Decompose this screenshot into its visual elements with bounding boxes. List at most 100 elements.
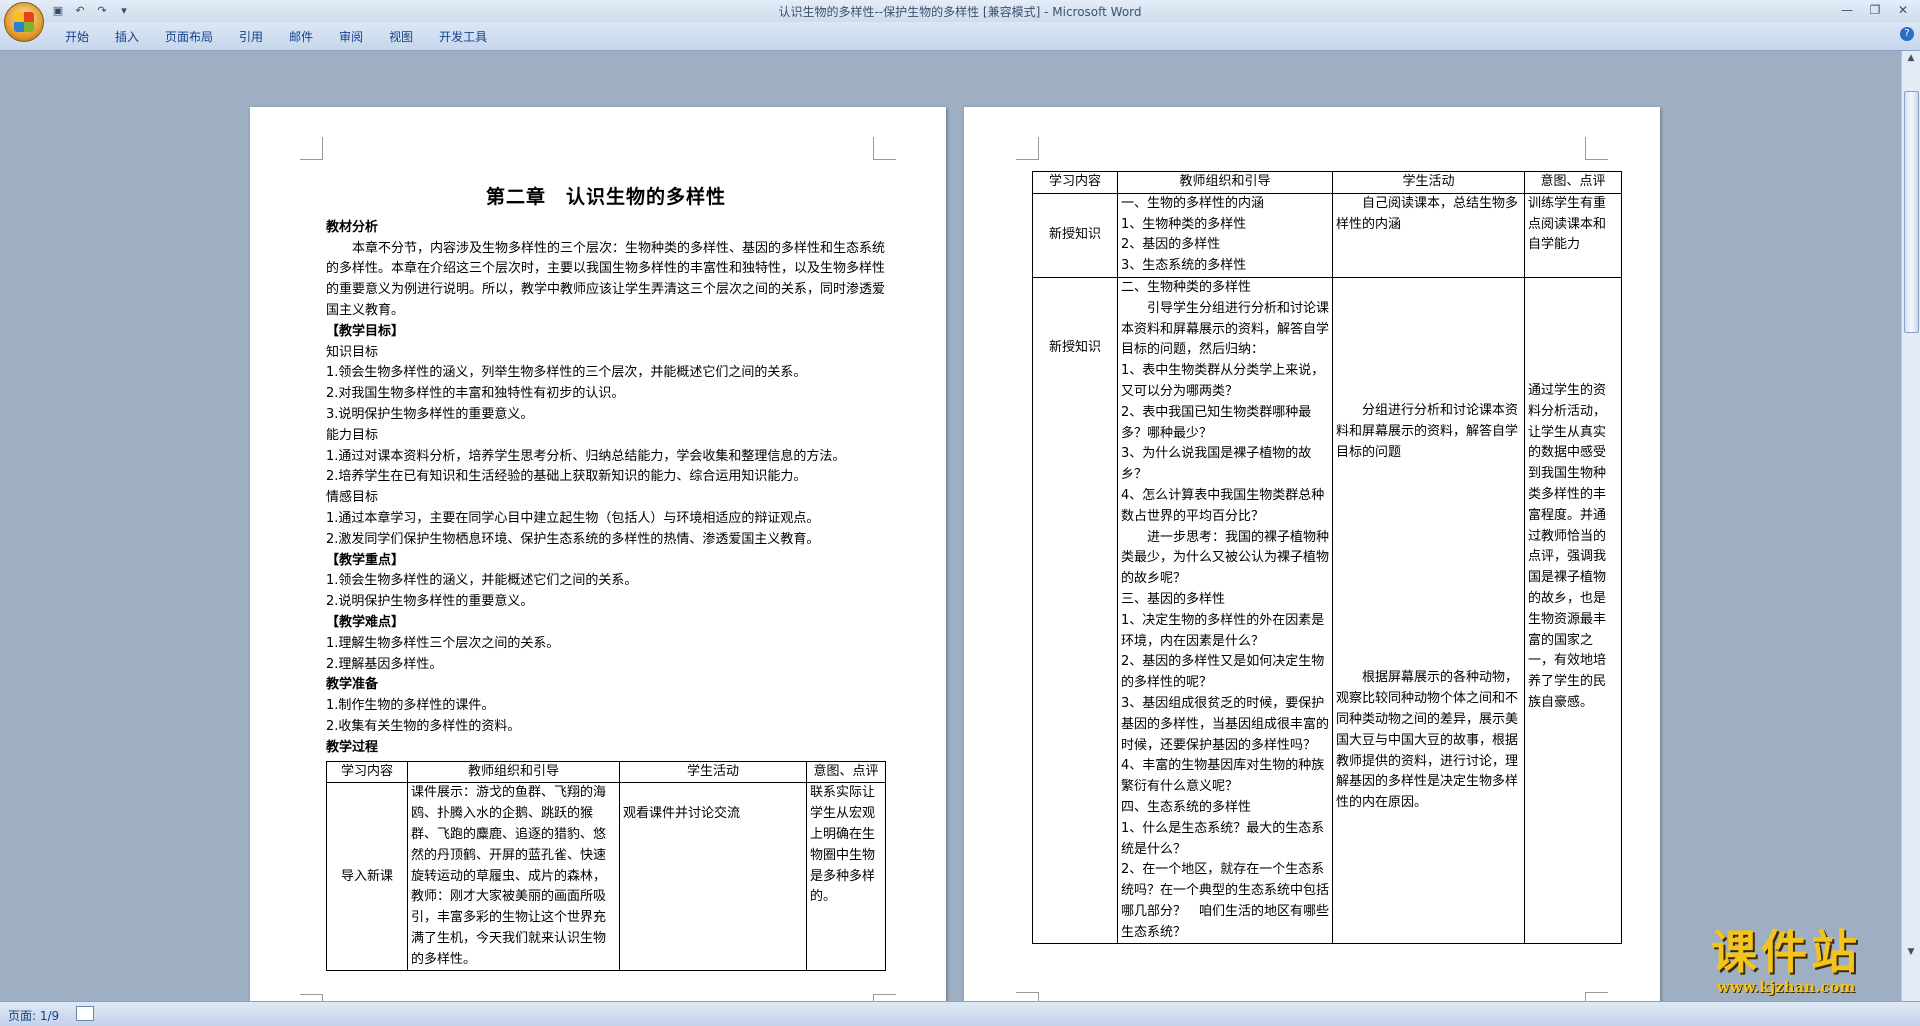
paragraph: 2.对我国生物多样性的丰富和独特性有初步的认识。: [326, 386, 625, 402]
paragraph: 2.激发同学们保护生物栖息环境、保护生态系统的多样性的热情、渗透爱国主义教育。: [326, 531, 820, 547]
margin-mark: [873, 994, 896, 1001]
paragraph: 3.说明保护生物多样性的重要意义。: [326, 406, 534, 422]
paragraph: 情感目标: [326, 490, 379, 506]
maximize-icon[interactable]: ❐: [1862, 1, 1888, 19]
paragraph: 教材分析: [326, 219, 379, 235]
teacher-line: 三、基因的多样性: [1121, 591, 1226, 607]
document-workspace[interactable]: 第二章 认识生物的多样性 教材分析 本章不分节，内容涉及生物多样性的三个层次：生物…: [0, 51, 1902, 1001]
cell-student: 自己阅读课本，总结生物多样性的内涵: [1332, 192, 1525, 278]
watermark-url: www.kjzhan.com: [1716, 978, 1856, 996]
cell-comment: 训练学生有重点阅读课本和自学能力: [1524, 192, 1622, 278]
margin-mark: [300, 137, 323, 160]
cell-content: 新授知识: [1032, 192, 1118, 278]
tab-1[interactable]: 插入: [102, 28, 152, 45]
scroll-up-icon[interactable]: ▲: [1902, 53, 1920, 67]
paragraph: 教学过程: [326, 739, 379, 755]
help-icon[interactable]: ?: [1900, 27, 1914, 41]
cell-teacher: 二、生物种类的多样性 引导学生分组进行分析和讨论课本资料和屏幕展示的资料，解答自…: [1117, 276, 1333, 945]
margin-mark: [1016, 137, 1039, 160]
ribbon-tabs: 开始 插入 页面布局 引用 邮件 审阅 视图 开发工具: [52, 28, 500, 45]
page-1-content[interactable]: 第二章 认识生物的多样性 教材分析 本章不分节，内容涉及生物多样性的三个层次：生物…: [326, 183, 886, 972]
office-button[interactable]: [4, 2, 44, 42]
table-header-row: 学习内容 教师组织和引导 学生活动 意图、点评: [1032, 171, 1622, 194]
teacher-line: 3、生态系统的多样性: [1121, 258, 1247, 274]
cell-comment: 通过学生的资料分析活动，让学生从真实的数据中感受到我国生物种类多样性的丰富程度。…: [1524, 276, 1622, 945]
tab-0[interactable]: 开始: [52, 28, 102, 45]
cell-teacher: 课件展示：游戈的鱼群、飞翔的海鸥、扑腾入水的企鹅、跳跃的猴群、飞跑的麋鹿、追逐的…: [407, 782, 620, 972]
teacher-line: 3、为什么说我国是裸子植物的故乡？: [1121, 446, 1312, 483]
paragraph: 1.理解生物多样性三个层次之间的关系。: [326, 635, 560, 651]
cell-teacher: 一、生物的多样性的内涵 1、生物种类的多样性 2、基因的多样性 3、生态系统的多样性: [1117, 192, 1333, 278]
table-row: 导入新课 课件展示：游戈的鱼群、飞翔的海鸥、扑腾入水的企鹅、跳跃的猴群、飞跑的麋…: [326, 782, 886, 972]
teacher-line: 4、怎么计算表中我国生物类群总种数占世界的平均百分比？: [1121, 487, 1325, 524]
column-header: 意图、点评: [806, 760, 886, 784]
tab-3[interactable]: 引用: [226, 28, 276, 45]
lesson-table-new[interactable]: 学习内容 教师组织和引导 学生活动 意图、点评 新授知识 一、生物的多样性的内涵 1、生…: [1032, 171, 1622, 945]
office-logo-icon: [14, 12, 34, 32]
cell-student: 观看课件并讨论交流: [619, 782, 807, 972]
teacher-line: 1、生物种类的多样性: [1121, 216, 1247, 232]
column-header: 学生活动: [1332, 171, 1525, 194]
column-header: 教师组织和引导: [1117, 171, 1333, 194]
paragraph: 1.领会生物多样性的涵义，列举生物多样性的三个层次，并能概述它们之间的关系。: [326, 365, 807, 381]
table-row: 新授知识 二、生物种类的多样性 引导学生分组进行分析和讨论课本资料和屏幕展示的资…: [1032, 276, 1622, 945]
paragraph: 能力目标: [326, 427, 379, 443]
teacher-line: 引导学生分组进行分析和讨论课本资料和屏幕展示的资料，解答自学目标的问题，然后归纳…: [1121, 300, 1330, 358]
paragraph: 1.通过本章学习，主要在同学心目中建立起生物（包括人）与环境相适应的辩证观点。: [326, 510, 820, 526]
tab-5[interactable]: 审阅: [326, 28, 376, 45]
margin-mark: [1016, 992, 1039, 1001]
column-header: 学习内容: [1032, 171, 1118, 194]
paragraph: 【教学难点】: [326, 614, 405, 630]
column-header: 教师组织和引导: [407, 760, 620, 784]
page-indicator[interactable]: 页面: 1/9: [8, 1007, 59, 1024]
cell-content: 新授知识: [1032, 276, 1118, 945]
ribbon: 开始 插入 页面布局 引用 邮件 审阅 视图 开发工具 ?: [0, 22, 1920, 51]
proofing-icon[interactable]: [76, 1006, 94, 1021]
chapter-title: 第二章 认识生物的多样性: [485, 186, 726, 208]
column-header: 意图、点评: [1524, 171, 1622, 194]
teacher-line: 2、基因的多样性又是如何决定生物的多样性的呢？: [1121, 654, 1325, 691]
tab-2[interactable]: 页面布局: [152, 28, 226, 45]
paragraph: 知识目标: [326, 344, 379, 360]
teacher-line: 2、在一个地区，就存在一个生态系统吗？在一个典型的生态系统中包括哪几部分？ 咱们…: [1121, 862, 1330, 940]
lesson-table-intro[interactable]: 学习内容 教师组织和引导 学生活动 意图、点评 导入新课 课件展示：游戈的鱼群、飞翔的…: [326, 760, 886, 972]
teacher-line: 4、丰富的生物基因库对生物的种族繁衍有什么意义呢？: [1121, 758, 1325, 795]
margin-mark: [1585, 992, 1608, 1001]
teacher-line: 2、表中我国已知生物类群哪种最多？哪种最少？: [1121, 404, 1312, 441]
window-title: 认识生物的多样性--保护生物的多样性 [兼容模式] - Microsoft Wo…: [778, 5, 1142, 19]
teacher-line: 3、基因组成很贫乏的时候，要保护基因的多样性，当基因组成很丰富的时候，还要保护基…: [1121, 695, 1330, 753]
cell-comment: 联系实际让学生从宏观上明确在生物圈中生物是多种多样的。: [806, 782, 886, 972]
teacher-line: 二、生物种类的多样性: [1121, 279, 1252, 295]
tab-4[interactable]: 邮件: [276, 28, 326, 45]
paragraph: 1.制作生物的多样性的课件。: [326, 698, 495, 714]
paragraph: 1.通过对课本资料分析，培养学生思考分析、归纳总结能力，学会收集和整理信息的方法…: [326, 448, 846, 464]
table-header-row: 学习内容 教师组织和引导 学生活动 意图、点评: [326, 760, 886, 784]
tab-7[interactable]: 开发工具: [426, 28, 500, 45]
minimize-icon[interactable]: —: [1834, 1, 1860, 19]
page-1-paragraphs: 教材分析 本章不分节，内容涉及生物多样性的三个层次：生物种类的多样性、基因的多样性…: [326, 218, 886, 759]
paragraph: 1.领会生物多样性的涵义，并能概述它们之间的关系。: [326, 573, 638, 589]
close-icon[interactable]: ✕: [1890, 1, 1916, 19]
scroll-thumb[interactable]: [1904, 91, 1919, 333]
teacher-line: 四、生态系统的多样性: [1121, 799, 1252, 815]
teacher-line: 进一步思考：我国的裸子植物种类最少，为什么又被公认为裸子植物的故乡呢？: [1121, 529, 1330, 587]
margin-mark: [300, 994, 323, 1001]
page-2-content[interactable]: 学习内容 教师组织和引导 学生活动 意图、点评 新授知识 一、生物的多样性的内涵 1、生…: [1032, 171, 1622, 945]
page-1[interactable]: 第二章 认识生物的多样性 教材分析 本章不分节，内容涉及生物多样性的三个层次：生物…: [250, 107, 946, 1001]
teacher-line: 1、什么是生态系统？最大的生态系统是什么？: [1121, 820, 1325, 857]
title-bar: ▣ ↶ ↷ ▾ 认识生物的多样性--保护生物的多样性 [兼容模式] - Micr…: [0, 0, 1920, 22]
tab-6[interactable]: 视图: [376, 28, 426, 45]
table-row: 新授知识 一、生物的多样性的内涵 1、生物种类的多样性 2、基因的多样性 3、生态系统…: [1032, 192, 1622, 278]
cell-student: 分组进行分析和讨论课本资料和屏幕展示的资料，解答自学目标的问题 根据屏幕展示的各…: [1332, 276, 1525, 945]
margin-mark: [873, 137, 896, 160]
paragraph: 【教学目标】: [326, 323, 405, 339]
watermark-brand: 课件站: [1711, 925, 1861, 979]
vertical-scrollbar[interactable]: ▲ ▼: [1901, 51, 1920, 1001]
teacher-line: 1、表中生物类群从分类学上来说，又可以分为哪两类？: [1121, 363, 1325, 399]
margin-mark: [1585, 137, 1608, 160]
paragraph: 2.理解基因多样性。: [326, 656, 443, 672]
paragraph: 教学准备: [326, 677, 379, 693]
teacher-line: 2、基因的多样性: [1121, 237, 1221, 253]
page-2[interactable]: 学习内容 教师组织和引导 学生活动 意图、点评 新授知识 一、生物的多样性的内涵 1、生…: [964, 107, 1660, 1001]
window-controls: — ❐ ✕: [1834, 1, 1916, 19]
